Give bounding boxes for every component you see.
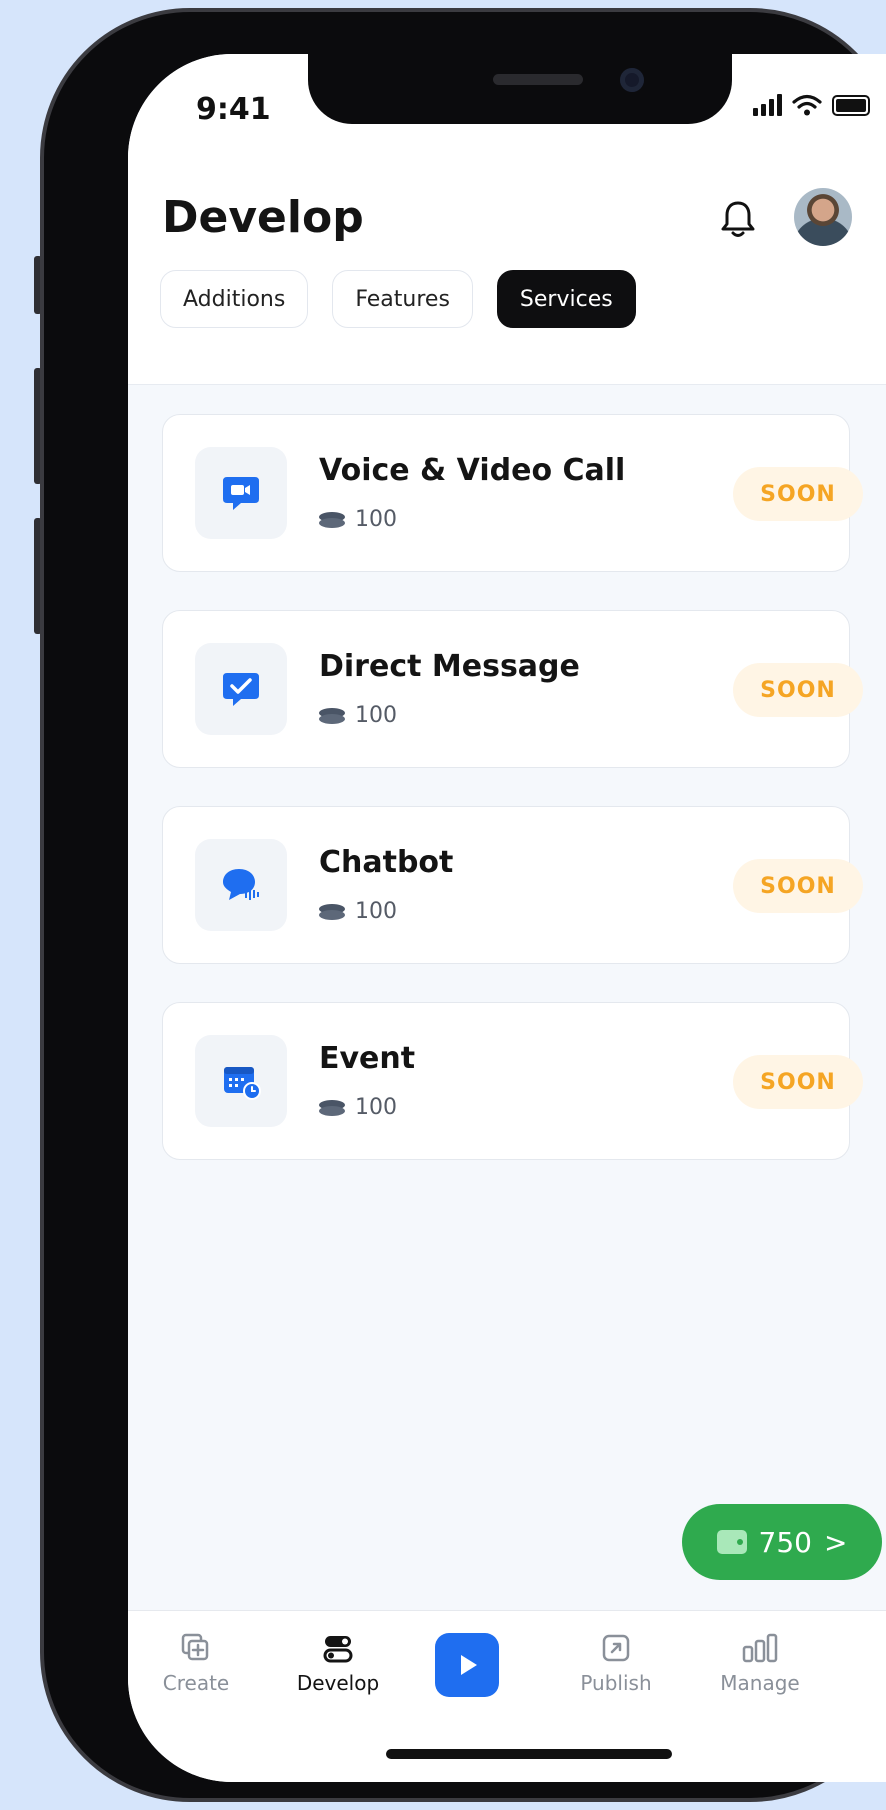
service-title: Voice & Video Call bbox=[319, 453, 626, 488]
signal-icon bbox=[753, 94, 782, 116]
status-badge: SOON bbox=[733, 1055, 863, 1109]
direct-message-icon bbox=[223, 673, 259, 706]
speaker-grille bbox=[493, 74, 583, 85]
avatar[interactable] bbox=[794, 188, 852, 246]
nav-label: Create bbox=[162, 1671, 230, 1695]
cost-value: 100 bbox=[355, 899, 397, 924]
wallet-balance: 750 bbox=[758, 1525, 812, 1559]
nav-publish[interactable]: Publish bbox=[556, 1631, 676, 1695]
nav-develop[interactable]: Develop bbox=[278, 1631, 398, 1695]
status-badge: SOON bbox=[733, 467, 863, 521]
nav-create[interactable]: Create bbox=[136, 1631, 256, 1695]
tab-label: Services bbox=[519, 286, 613, 312]
page-title: Develop bbox=[162, 192, 364, 243]
front-camera bbox=[620, 68, 644, 92]
services-list: Voice & Video Call 100 SOON Direct Messa… bbox=[162, 414, 863, 1198]
create-icon bbox=[181, 1633, 209, 1661]
status-badge: SOON bbox=[733, 663, 863, 717]
service-card-direct-message[interactable]: Direct Message 100 SOON bbox=[162, 610, 863, 768]
preview-play-button[interactable] bbox=[435, 1633, 499, 1697]
tab-services[interactable]: Services bbox=[496, 270, 636, 328]
coin-icon bbox=[319, 903, 345, 920]
tab-additions[interactable]: Additions bbox=[160, 270, 309, 328]
tab-bar: Additions Features Services bbox=[160, 270, 636, 328]
coin-icon bbox=[319, 1099, 345, 1116]
service-cost: 100 bbox=[319, 899, 397, 924]
status-icons bbox=[753, 94, 870, 116]
develop-toggle-icon bbox=[323, 1636, 353, 1663]
wifi-icon bbox=[792, 94, 822, 116]
manage-chart-icon bbox=[742, 1633, 778, 1663]
battery-icon bbox=[832, 94, 870, 116]
nav-manage[interactable]: Manage bbox=[700, 1631, 820, 1695]
service-icon-container bbox=[195, 643, 287, 735]
wallet-icon bbox=[716, 1530, 747, 1554]
service-card-chatbot[interactable]: Chatbot 100 SOON bbox=[162, 806, 863, 964]
chatbot-icon bbox=[223, 869, 259, 900]
service-title: Chatbot bbox=[319, 845, 454, 880]
tab-features[interactable]: Features bbox=[332, 270, 473, 328]
wallet-balance-button[interactable]: 750 > bbox=[682, 1504, 882, 1580]
cost-value: 100 bbox=[355, 1095, 397, 1120]
status-badge: SOON bbox=[733, 859, 863, 913]
play-icon bbox=[461, 1655, 477, 1675]
service-icon-container bbox=[195, 839, 287, 931]
service-cost: 100 bbox=[319, 507, 397, 532]
service-card-event[interactable]: Event 100 SOON bbox=[162, 1002, 863, 1160]
notch bbox=[308, 54, 732, 124]
service-icon-container bbox=[195, 1035, 287, 1127]
bell-icon[interactable] bbox=[713, 194, 763, 244]
app-screen: 9:41 Develop Additions Features Services… bbox=[128, 54, 886, 1782]
tab-label: Additions bbox=[183, 286, 286, 312]
service-icon-container bbox=[195, 447, 287, 539]
cost-value: 100 bbox=[355, 507, 397, 532]
service-card-voice-video[interactable]: Voice & Video Call 100 SOON bbox=[162, 414, 863, 572]
service-cost: 100 bbox=[319, 703, 397, 728]
status-time: 9:41 bbox=[196, 92, 271, 127]
event-calendar-icon bbox=[224, 1067, 261, 1100]
nav-label: Publish bbox=[580, 1671, 652, 1695]
service-cost: 100 bbox=[319, 1095, 397, 1120]
cost-value: 100 bbox=[355, 703, 397, 728]
publish-icon bbox=[602, 1634, 630, 1662]
phone-frame: 9:41 Develop Additions Features Services… bbox=[40, 8, 886, 1802]
service-title: Direct Message bbox=[319, 649, 580, 684]
nav-label: Develop bbox=[296, 1671, 380, 1695]
coin-icon bbox=[319, 707, 345, 724]
nav-label: Manage bbox=[720, 1671, 800, 1695]
page-header: Develop Additions Features Services bbox=[128, 164, 886, 385]
tab-label: Features bbox=[355, 286, 450, 312]
coin-icon bbox=[319, 511, 345, 528]
chevron-right-icon: > bbox=[823, 1525, 848, 1559]
video-call-icon bbox=[223, 477, 259, 510]
home-indicator bbox=[386, 1749, 672, 1759]
service-title: Event bbox=[319, 1041, 416, 1076]
bottom-navigation: Create Develop Publish Manage bbox=[128, 1610, 886, 1782]
